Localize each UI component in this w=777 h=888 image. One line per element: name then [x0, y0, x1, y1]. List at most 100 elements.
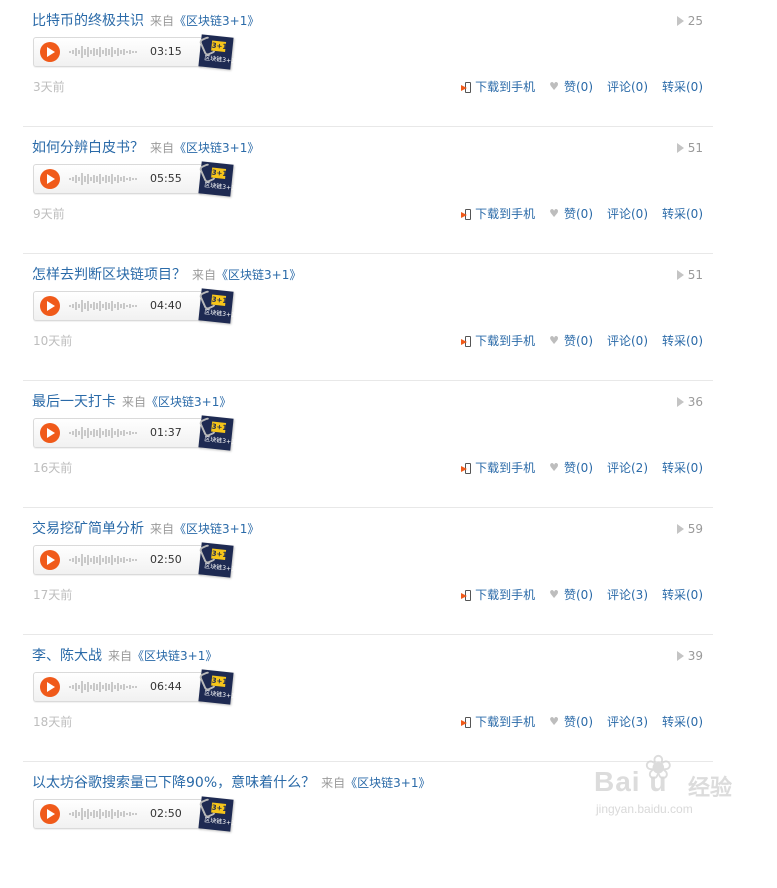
- track-title[interactable]: 最后一天打卡: [32, 394, 116, 410]
- duration: 01:37: [150, 426, 182, 439]
- album-link[interactable]: 《区块链3+1》: [174, 522, 259, 536]
- track-title[interactable]: 交易挖矿简单分析: [32, 521, 144, 537]
- album-link[interactable]: 《区块链3+1》: [174, 141, 259, 155]
- play-count-icon: [676, 397, 684, 407]
- heart-icon: ♥: [549, 461, 559, 474]
- cover-text: 区块链3+1: [203, 181, 236, 192]
- repost-button[interactable]: 转采(0): [662, 587, 703, 603]
- album-cover-icon[interactable]: 3+1 区块链3+1: [198, 415, 236, 451]
- play-count: 39: [676, 647, 703, 665]
- play-icon[interactable]: [40, 804, 60, 824]
- download-to-phone-icon: [461, 208, 472, 221]
- album-link[interactable]: 《区块链3+1》: [345, 776, 430, 790]
- like-button[interactable]: ♥ 赞(0): [549, 587, 593, 603]
- like-button[interactable]: ♥ 赞(0): [549, 460, 593, 476]
- play-count: 51: [676, 139, 703, 157]
- post-age: 3天前: [33, 80, 65, 94]
- cover-text: 区块链3+1: [203, 435, 236, 446]
- title-line: 交易挖矿简单分析 来自《区块链3+1》: [32, 520, 259, 538]
- album-link[interactable]: 《区块链3+1》: [216, 268, 301, 282]
- comment-button[interactable]: 评论(0): [607, 333, 648, 349]
- duration: 04:40: [150, 299, 182, 312]
- comment-button[interactable]: 评论(3): [607, 587, 648, 603]
- download-button[interactable]: 下载到手机: [461, 79, 535, 95]
- list-item: 最后一天打卡 来自《区块链3+1》 36 01:37 3+1 区块链3+1 16天前…: [23, 381, 713, 508]
- album-cover-icon[interactable]: 3+1 区块链3+1: [198, 542, 236, 578]
- action-bar: 下载到手机 ♥ 赞(0) 评论(0) 转采(0): [461, 333, 703, 349]
- play-count: 25: [676, 12, 703, 30]
- repost-button[interactable]: 转采(0): [662, 714, 703, 730]
- download-button[interactable]: 下载到手机: [461, 714, 535, 730]
- comment-button[interactable]: 评论(2): [607, 460, 648, 476]
- play-icon[interactable]: [40, 423, 60, 443]
- waveform-icon: [69, 300, 137, 312]
- like-button[interactable]: ♥ 赞(0): [549, 714, 593, 730]
- download-to-phone-icon: [461, 335, 472, 348]
- from-label: 来自: [321, 776, 346, 790]
- download-button[interactable]: 下载到手机: [461, 460, 535, 476]
- title-line: 最后一天打卡 来自《区块链3+1》: [32, 393, 231, 411]
- heart-icon: ♥: [549, 80, 559, 93]
- repost-button[interactable]: 转采(0): [662, 333, 703, 349]
- track-title[interactable]: 如何分辨白皮书？: [32, 140, 144, 156]
- play-icon[interactable]: [40, 169, 60, 189]
- track-title[interactable]: 怎样去判断区块链项目？: [32, 267, 186, 283]
- list-item: 比特币的终极共识 来自《区块链3+1》 25 03:15 3+1 区块链3+1 3天…: [23, 0, 713, 127]
- action-bar: 下载到手机 ♥ 赞(0) 评论(3) 转采(0): [461, 714, 703, 730]
- cover-tag: 3+1: [211, 167, 228, 179]
- list-item: 李、陈大战 来自《区块链3+1》 39 06:44 3+1 区块链3+1 18天前 …: [23, 635, 713, 762]
- duration: 06:44: [150, 680, 182, 693]
- download-label: 下载到手机: [475, 207, 536, 221]
- post-age: 16天前: [33, 461, 73, 475]
- duration: 05:55: [150, 172, 182, 185]
- track-title[interactable]: 比特币的终极共识: [32, 13, 144, 29]
- title-line: 李、陈大战 来自《区块链3+1》: [32, 647, 217, 665]
- waveform-icon: [69, 46, 137, 58]
- album-cover-icon[interactable]: 3+1 区块链3+1: [198, 796, 236, 832]
- comment-button[interactable]: 评论(3): [607, 714, 648, 730]
- download-button[interactable]: 下载到手机: [461, 206, 535, 222]
- repost-button[interactable]: 转采(0): [662, 79, 703, 95]
- repost-button[interactable]: 转采(0): [662, 206, 703, 222]
- repost-button[interactable]: 转采(0): [662, 460, 703, 476]
- play-icon[interactable]: [40, 296, 60, 316]
- comment-button[interactable]: 评论(0): [607, 79, 648, 95]
- play-count-value: 51: [687, 141, 703, 155]
- download-button[interactable]: 下载到手机: [461, 333, 535, 349]
- album-link[interactable]: 《区块链3+1》: [174, 14, 259, 28]
- waveform-icon: [69, 173, 137, 185]
- play-icon[interactable]: [40, 677, 60, 697]
- play-count-value: 51: [687, 268, 703, 282]
- like-button[interactable]: ♥ 赞(0): [549, 206, 593, 222]
- audio-player: 01:37: [33, 418, 203, 448]
- from-label: 来自: [150, 141, 175, 155]
- action-bar: 下载到手机 ♥ 赞(0) 评论(3) 转采(0): [461, 587, 703, 603]
- like-button[interactable]: ♥ 赞(0): [549, 333, 593, 349]
- cover-tag: 3+1: [211, 675, 228, 687]
- duration: 03:15: [150, 45, 182, 58]
- cover-text: 区块链3+1: [203, 562, 236, 573]
- like-label: 赞(0): [564, 715, 593, 729]
- track-title[interactable]: 李、陈大战: [32, 648, 102, 664]
- album-cover-icon[interactable]: 3+1 区块链3+1: [198, 34, 235, 70]
- play-icon[interactable]: [40, 42, 60, 62]
- album-link[interactable]: 《区块链3+1》: [132, 649, 217, 663]
- play-count-icon: [676, 16, 684, 26]
- comment-button[interactable]: 评论(0): [607, 206, 648, 222]
- waveform-icon: [69, 427, 137, 439]
- album-cover-icon[interactable]: 3+1 区块链3+1: [198, 669, 235, 705]
- download-to-phone-icon: [461, 462, 472, 475]
- list-item: 以太坊谷歌搜索量已下降90%，意味着什么？ 来自《区块链3+1》 02:50 3+…: [23, 762, 713, 888]
- audio-player: 02:50: [33, 799, 203, 829]
- album-link[interactable]: 《区块链3+1》: [146, 395, 231, 409]
- post-age: 17天前: [33, 588, 73, 602]
- play-count-value: 39: [687, 649, 703, 663]
- play-icon[interactable]: [40, 550, 60, 570]
- track-title[interactable]: 以太坊谷歌搜索量已下降90%，意味着什么？: [32, 775, 315, 791]
- album-cover-icon[interactable]: 3+1 区块链3+1: [198, 161, 236, 197]
- like-button[interactable]: ♥ 赞(0): [549, 79, 593, 95]
- download-button[interactable]: 下载到手机: [461, 587, 535, 603]
- album-cover-icon[interactable]: 3+1 区块链3+1: [198, 288, 235, 324]
- cover-text: 区块链3+1: [203, 816, 236, 827]
- audio-player: 04:40: [33, 291, 203, 321]
